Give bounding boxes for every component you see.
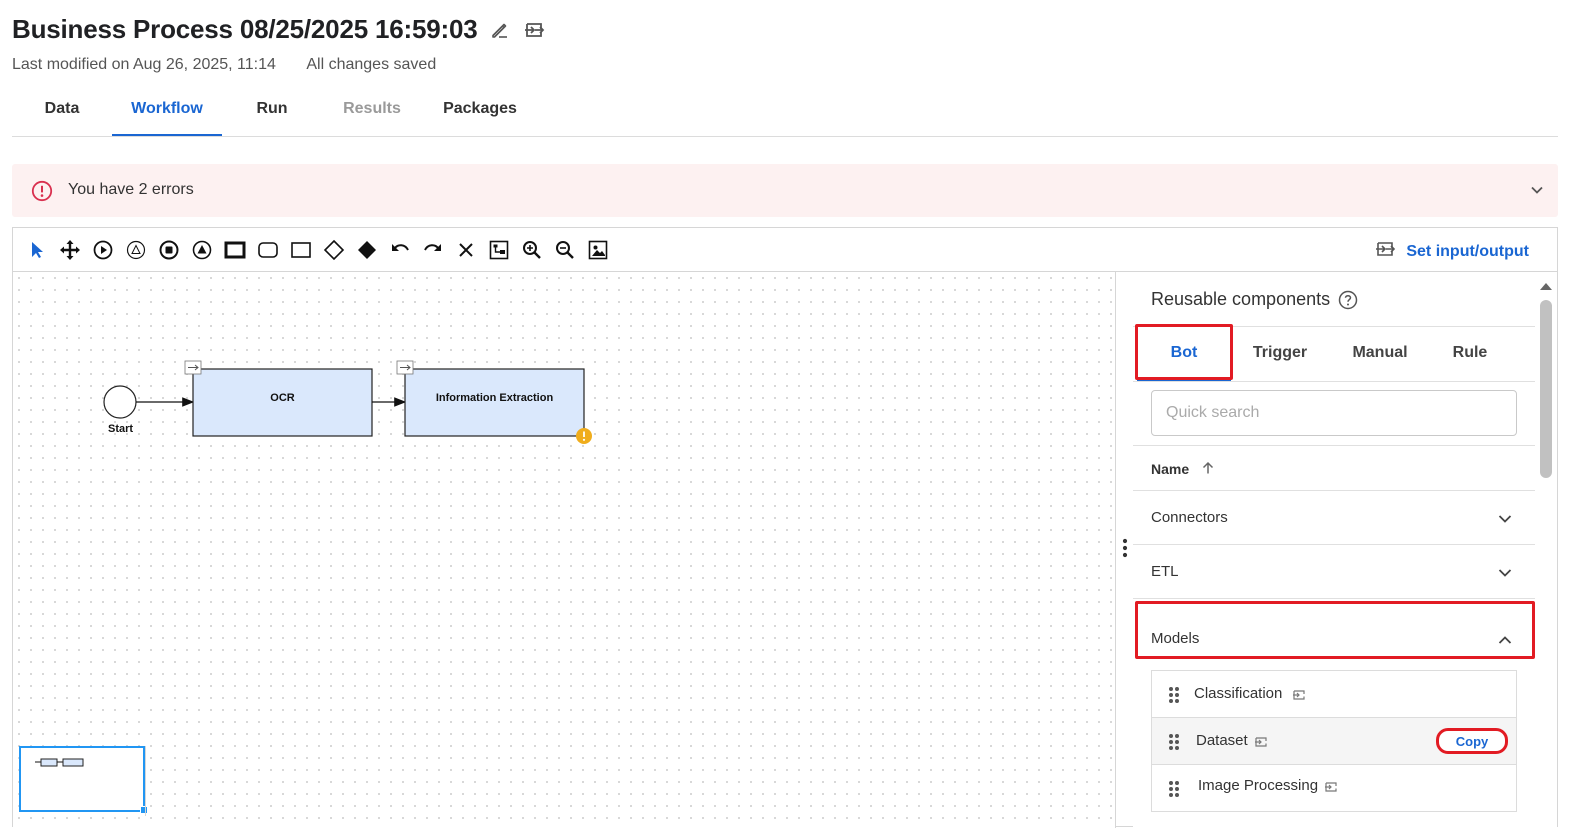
- zoom-in-icon[interactable]: [520, 238, 544, 262]
- panel-title-text: Reusable components: [1151, 289, 1331, 309]
- intermediate-event-icon[interactable]: [124, 238, 148, 262]
- set-input-output-label: Set input/output: [1406, 242, 1529, 260]
- tab-results[interactable]: Results: [330, 88, 414, 136]
- error-message: You have 2 errors: [68, 181, 194, 198]
- input-output-icon: [1254, 735, 1268, 753]
- list-item-classification[interactable]: Classification: [1152, 671, 1516, 718]
- workflow-editor: Set input/output Start OCR Information E…: [12, 227, 1558, 828]
- chevron-down-icon: [1497, 565, 1513, 586]
- pointer-icon[interactable]: [25, 238, 49, 262]
- copy-button[interactable]: Copy: [1436, 728, 1508, 754]
- sort-ascending-icon[interactable]: [1201, 461, 1215, 480]
- drag-handle-icon[interactable]: [1122, 538, 1128, 563]
- input-output-icon: [1374, 239, 1396, 264]
- fit-view-icon[interactable]: [586, 238, 610, 262]
- page-header: Business Process 08/25/2025 16:59:03: [12, 14, 545, 45]
- save-status-text: All changes saved: [306, 56, 437, 73]
- group-label: Connectors: [1151, 509, 1228, 526]
- rounded-task-icon[interactable]: [256, 238, 280, 262]
- main-tabs: Data Workflow Run Results Packages: [12, 88, 1558, 137]
- column-name-header[interactable]: Name: [1151, 461, 1189, 477]
- warning-icon[interactable]: [576, 428, 592, 444]
- tab-manual[interactable]: Manual: [1337, 327, 1423, 381]
- tab-trigger[interactable]: Trigger: [1241, 327, 1319, 381]
- group-models[interactable]: Models: [1133, 599, 1535, 661]
- delete-icon[interactable]: [454, 238, 478, 262]
- list-item-label: Classification: [1194, 685, 1283, 702]
- panel-title: Reusable components: [1151, 289, 1358, 310]
- input-output-icon[interactable]: [523, 19, 545, 41]
- diagram-toolbar: Set input/output: [13, 228, 1557, 272]
- tab-data[interactable]: Data: [30, 88, 94, 136]
- group-label: ETL: [1151, 563, 1179, 580]
- start-label: Start: [108, 423, 134, 435]
- group-label: Models: [1151, 630, 1200, 647]
- group-etl[interactable]: ETL: [1133, 545, 1535, 599]
- edit-icon[interactable]: [489, 19, 511, 41]
- signal-event-icon[interactable]: [190, 238, 214, 262]
- divider: [145, 746, 153, 816]
- input-output-icon: [1292, 688, 1306, 706]
- tab-packages[interactable]: Packages: [430, 88, 530, 136]
- chevron-down-icon[interactable]: [1530, 183, 1544, 202]
- component-tabs: Bot Trigger Manual Rule: [1133, 326, 1535, 382]
- start-event-icon[interactable]: [91, 238, 115, 262]
- auto-layout-icon[interactable]: [487, 238, 511, 262]
- scroll-up-arrow-icon[interactable]: [1539, 278, 1553, 296]
- page-title: Business Process 08/25/2025 16:59:03: [12, 14, 478, 44]
- bold-task-icon[interactable]: [223, 238, 247, 262]
- tab-rule[interactable]: Rule: [1441, 327, 1499, 381]
- chevron-down-icon: [1497, 511, 1513, 532]
- task-io-icon: [396, 360, 414, 375]
- task-label: OCR: [270, 392, 295, 404]
- undo-icon[interactable]: [388, 238, 412, 262]
- tab-workflow[interactable]: Workflow: [112, 88, 222, 136]
- diagram-canvas[interactable]: Start OCR Information Extraction: [13, 272, 1115, 828]
- panel-scrollbar[interactable]: [1535, 272, 1557, 828]
- error-banner[interactable]: You have 2 errors: [12, 164, 1558, 217]
- task-icon[interactable]: [289, 238, 313, 262]
- task-label: Information Extraction: [435, 392, 554, 404]
- diagram: [103, 360, 592, 444]
- end-event-icon[interactable]: [157, 238, 181, 262]
- page-subtitle: Last modified on Aug 26, 2025, 11:14 All…: [12, 56, 436, 74]
- panel-splitter[interactable]: [1115, 272, 1133, 828]
- input-output-icon: [1324, 780, 1338, 798]
- list-item-dataset[interactable]: Dataset Copy: [1152, 718, 1516, 765]
- help-icon[interactable]: [1338, 290, 1358, 310]
- group-connectors[interactable]: Connectors: [1133, 491, 1535, 545]
- last-modified-text: Last modified on Aug 26, 2025, 11:14: [12, 56, 276, 73]
- redo-icon[interactable]: [421, 238, 445, 262]
- task-io-icon: [184, 360, 202, 375]
- minimap-preview: [35, 758, 84, 767]
- move-icon[interactable]: [58, 238, 82, 262]
- tab-run[interactable]: Run: [242, 88, 302, 136]
- set-input-output-button[interactable]: Set input/output: [1374, 239, 1529, 264]
- tab-bot[interactable]: Bot: [1137, 327, 1231, 381]
- filled-gateway-icon[interactable]: [355, 238, 379, 262]
- list-item-image-processing[interactable]: Image Processing: [1152, 765, 1516, 812]
- models-item-list: Classification Dataset Copy Image Proces…: [1151, 670, 1517, 812]
- start-event[interactable]: [103, 385, 137, 419]
- column-header: Name: [1133, 445, 1535, 491]
- reusable-components-panel: Reusable components Bot Trigger Manual R…: [1133, 272, 1535, 828]
- chevron-up-icon: [1497, 632, 1513, 653]
- quick-search-input[interactable]: [1151, 390, 1517, 436]
- list-item-label: Dataset: [1196, 732, 1248, 749]
- drag-handle-icon[interactable]: [1168, 733, 1180, 756]
- gateway-icon[interactable]: [322, 238, 346, 262]
- list-item-label: Image Processing: [1198, 777, 1319, 794]
- zoom-out-icon[interactable]: [553, 238, 577, 262]
- error-icon: [31, 180, 53, 207]
- scrollbar-thumb[interactable]: [1540, 300, 1552, 478]
- minimap[interactable]: [19, 746, 148, 814]
- drag-handle-icon[interactable]: [1168, 780, 1180, 803]
- drag-handle-icon[interactable]: [1168, 686, 1180, 709]
